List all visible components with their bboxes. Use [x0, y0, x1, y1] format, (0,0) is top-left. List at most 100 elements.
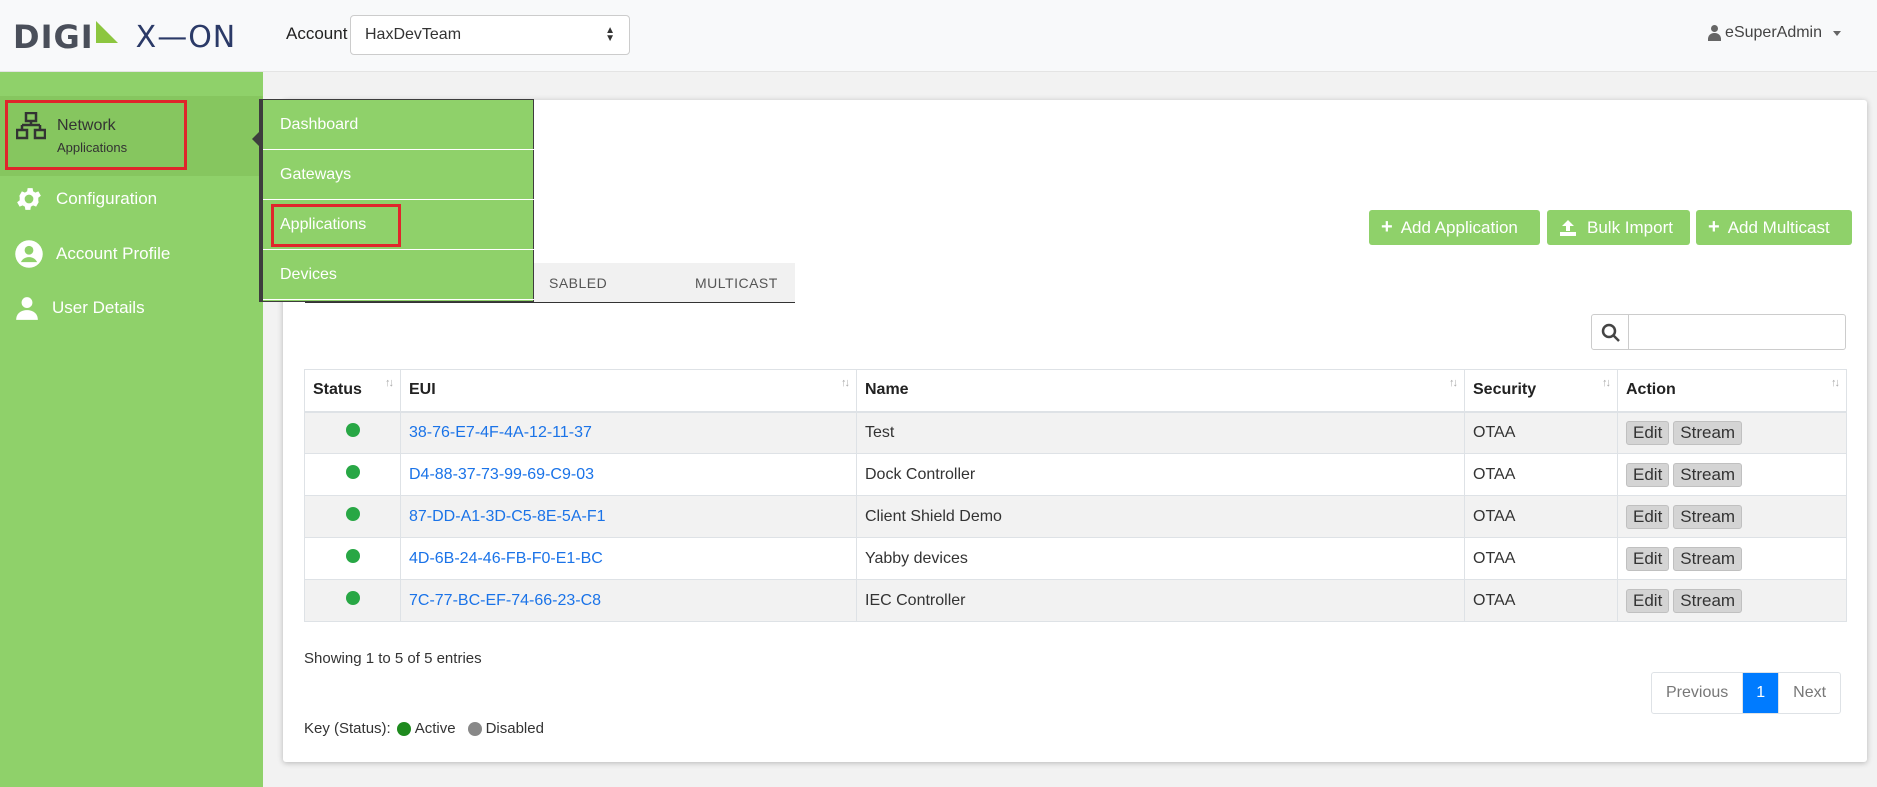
table-row: 7C-77-BC-EF-74-66-23-C8 IEC Controller O…	[304, 579, 1847, 622]
add-application-label: Add Application	[1400, 217, 1518, 237]
status-active-dot	[345, 423, 360, 438]
edit-button[interactable]: Edit	[1626, 588, 1670, 613]
security-cell: OTAA	[1464, 579, 1618, 622]
logo-mark-icon	[95, 21, 118, 43]
account-select-value: HaxDevTeam	[365, 26, 462, 43]
edit-button[interactable]: Edit	[1626, 504, 1670, 529]
table-header-row: Status ↑↓ EUI ↑↓ Name ↑↓ Security ↑↓ Action ↑…	[304, 369, 1847, 413]
key-active-label: Active	[414, 720, 456, 737]
stream-button[interactable]: Stream	[1673, 504, 1743, 529]
add-application-button[interactable]: + Add Application	[1369, 210, 1540, 245]
col-name[interactable]: Name ↑↓	[856, 369, 1465, 413]
plus-icon: +	[1381, 216, 1393, 238]
eui-cell: 87-DD-A1-3D-C5-8E-5A-F1	[400, 495, 857, 538]
key-disabled-dot	[467, 721, 482, 736]
tab-multicast[interactable]: MULTICAST	[695, 275, 778, 291]
table-row: 87-DD-A1-3D-C5-8E-5A-F1 Client Shield De…	[304, 495, 1847, 538]
key-label: Key (Status):	[304, 720, 391, 737]
add-multicast-button[interactable]: + Add Multicast	[1696, 210, 1852, 245]
action-cell: Edit Stream	[1617, 411, 1847, 454]
action-cell: Edit Stream	[1617, 579, 1847, 622]
security-cell: OTAA	[1464, 453, 1618, 496]
bulk-import-button[interactable]: Bulk Import	[1547, 210, 1690, 245]
sidebar-item-network[interactable]: Network	[57, 117, 116, 135]
flyout-item-dashboard[interactable]: Dashboard	[263, 100, 534, 150]
stream-button[interactable]: Stream	[1673, 420, 1743, 445]
eui-link[interactable]: 87-DD-A1-3D-C5-8E-5A-F1	[409, 508, 606, 525]
gear-icon	[17, 188, 41, 210]
account-label: Account	[286, 24, 348, 43]
status-cell	[304, 411, 401, 454]
sort-icon: ↑↓	[841, 377, 850, 389]
table-row: D4-88-37-73-99-69-C9-03 Dock Controller …	[304, 453, 1847, 496]
edit-button[interactable]: Edit	[1626, 546, 1670, 571]
sidebar-item-network-sub: Applications	[57, 140, 128, 155]
user-menu[interactable]: eSuperAdmin	[1708, 24, 1841, 42]
sidebar-item-configuration[interactable]: Configuration	[14, 184, 157, 214]
sidebar-item-label: Account Profile	[56, 244, 171, 263]
col-eui[interactable]: EUI ↑↓	[400, 369, 857, 413]
search-input[interactable]	[1628, 314, 1846, 350]
caret-down-icon	[1833, 30, 1841, 36]
action-cell: Edit Stream	[1617, 453, 1847, 496]
tab-disabled[interactable]: SABLED	[549, 275, 607, 291]
person-icon	[16, 297, 38, 320]
applications-highlight-box	[271, 204, 401, 247]
sort-icon: ↑↓	[1831, 377, 1840, 389]
flyout-item-gateways[interactable]: Gateways	[263, 150, 534, 200]
col-action[interactable]: Action ↑↓	[1617, 369, 1847, 413]
previous-page-button[interactable]: Previous	[1652, 673, 1744, 713]
table-row: 4D-6B-24-46-FB-F0-E1-BC Yabby devices OT…	[304, 537, 1847, 580]
sidebar: Network Applications Configuration Accou…	[0, 72, 263, 787]
flyout-item-devices[interactable]: Devices	[263, 250, 534, 300]
eui-cell: 4D-6B-24-46-FB-F0-E1-BC	[400, 537, 857, 580]
account-circle-icon	[15, 240, 43, 268]
name-cell: Dock Controller	[856, 453, 1465, 496]
logo-xon-text: X—ON	[135, 19, 237, 55]
sidebar-item-label: User Details	[52, 298, 145, 317]
name-cell: Yabby devices	[856, 537, 1465, 580]
showing-entries: Showing 1 to 5 of 5 entries	[304, 650, 482, 667]
eui-link[interactable]: 38-76-E7-4F-4A-12-11-37	[409, 424, 592, 441]
user-name: eSuperAdmin	[1725, 24, 1822, 41]
edit-button[interactable]: Edit	[1626, 420, 1670, 445]
sort-icon: ↑↓	[1602, 377, 1611, 389]
digi-xon-logo[interactable]: DIGI X—ON	[13, 18, 237, 56]
user-icon	[1708, 25, 1722, 41]
status-active-dot	[345, 465, 360, 479]
sidebar-item-account-profile[interactable]: Account Profile	[14, 239, 170, 269]
key-disabled-label: Disabled	[485, 720, 544, 737]
status-cell	[304, 495, 401, 538]
search-button[interactable]	[1591, 314, 1629, 350]
eui-cell: 7C-77-BC-EF-74-66-23-C8	[400, 579, 857, 622]
col-security[interactable]: Security ↑↓	[1464, 369, 1618, 413]
sidebar-item-label: Configuration	[56, 189, 158, 208]
eui-link[interactable]: D4-88-37-73-99-69-C9-03	[409, 466, 594, 483]
status-cell	[304, 453, 401, 496]
eui-cell: D4-88-37-73-99-69-C9-03	[400, 453, 857, 496]
add-multicast-label: Add Multicast	[1727, 217, 1830, 237]
status-cell	[304, 537, 401, 580]
applications-table: Status ↑↓ EUI ↑↓ Name ↑↓ Security ↑↓ Action ↑…	[304, 369, 1847, 622]
security-cell: OTAA	[1464, 411, 1618, 454]
edit-button[interactable]: Edit	[1626, 462, 1670, 487]
key-active-dot	[396, 721, 411, 736]
page-1-button[interactable]: 1	[1743, 673, 1780, 713]
select-updown-icon: ▲ ▼	[605, 25, 615, 44]
sidebar-item-user-details[interactable]: User Details	[14, 293, 145, 323]
stream-button[interactable]: Stream	[1673, 588, 1743, 613]
eui-link[interactable]: 7C-77-BC-EF-74-66-23-C8	[409, 592, 601, 609]
account-select[interactable]: HaxDevTeam ▲ ▼	[350, 15, 630, 55]
security-cell: OTAA	[1464, 537, 1618, 580]
stream-button[interactable]: Stream	[1673, 546, 1743, 571]
status-active-dot	[345, 549, 360, 563]
col-status[interactable]: Status ↑↓	[304, 369, 401, 413]
status-active-dot	[345, 591, 360, 605]
name-cell: Client Shield Demo	[856, 495, 1465, 538]
eui-link[interactable]: 4D-6B-24-46-FB-F0-E1-BC	[409, 550, 603, 567]
network-flyout-menu: Dashboard Gateways Applications Devices	[259, 99, 534, 302]
name-cell: Test	[856, 411, 1465, 454]
next-page-button[interactable]: Next	[1779, 673, 1840, 713]
table-row: 38-76-E7-4F-4A-12-11-37 Test OTAA Edit St…	[304, 411, 1847, 454]
stream-button[interactable]: Stream	[1673, 462, 1743, 487]
